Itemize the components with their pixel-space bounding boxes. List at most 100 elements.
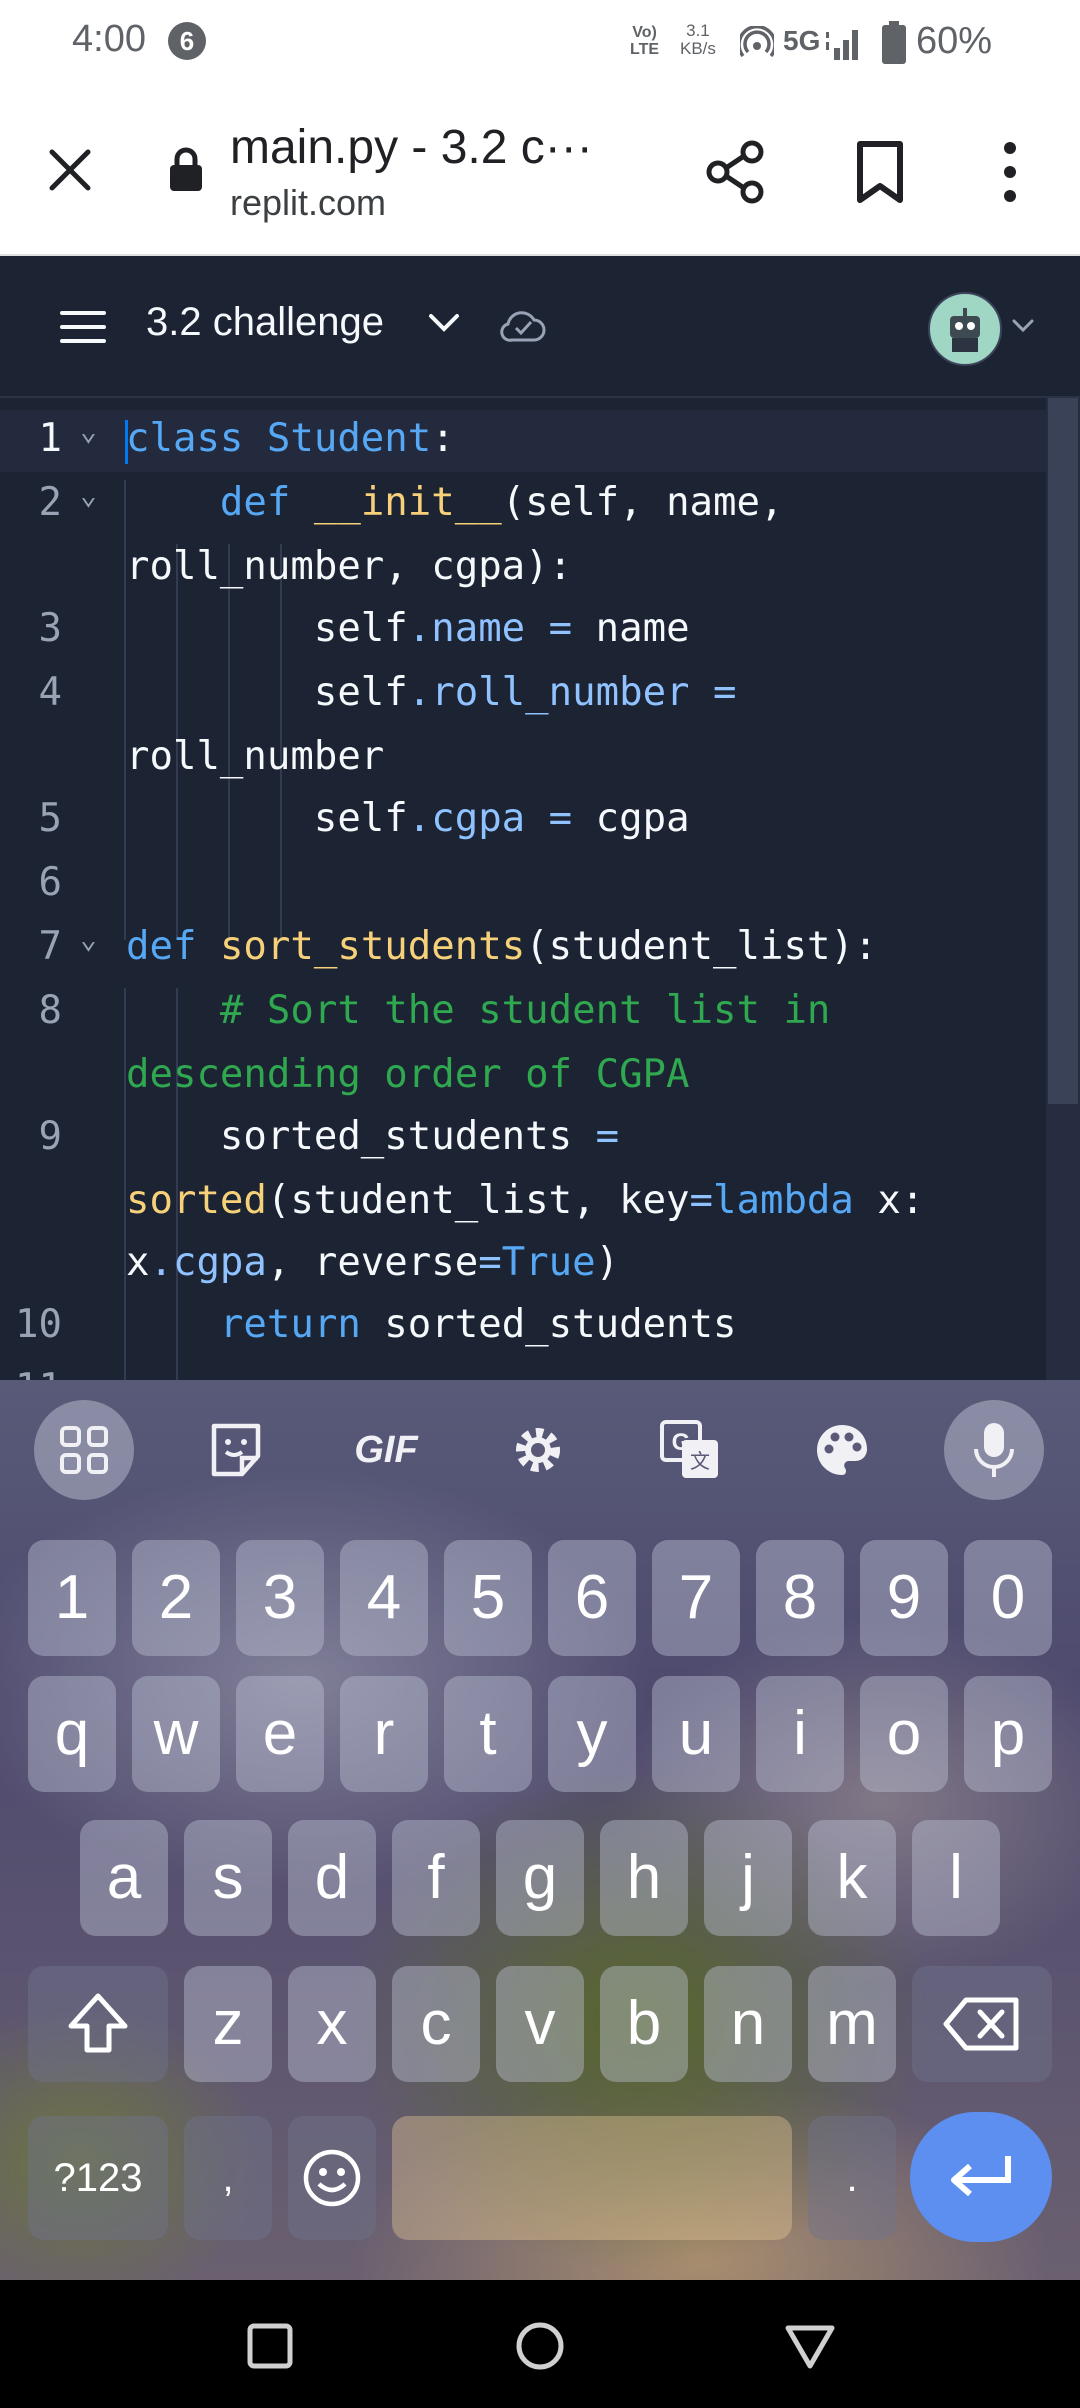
gif-label: GIF <box>354 1428 418 1471</box>
project-name[interactable]: 3.2 challenge <box>146 300 384 345</box>
key-j[interactable]: j <box>704 1820 792 1936</box>
palette-icon[interactable] <box>792 1400 892 1500</box>
key-k[interactable]: k <box>808 1820 896 1936</box>
key-6[interactable]: 6 <box>548 1540 636 1656</box>
share-icon[interactable] <box>706 140 766 204</box>
code-line-9-wrap-2: x.cgpa, reverse=True) <box>126 1240 620 1285</box>
fold-chevron-icon[interactable]: ⌄ <box>80 414 97 447</box>
recents-square-icon[interactable] <box>246 2322 294 2370</box>
robot-avatar-icon <box>950 308 980 352</box>
line-number: 7 <box>38 924 62 969</box>
translate-icon[interactable]: G文 <box>640 1400 740 1500</box>
battery-percent: 60% <box>916 20 993 62</box>
status-bar: 4:00 6 Vo) LTE 3.1 KB/s 5G 60% <box>0 0 1080 88</box>
key-o[interactable]: o <box>860 1676 948 1792</box>
key-4[interactable]: 4 <box>340 1540 428 1656</box>
key-x[interactable]: x <box>288 1966 376 2082</box>
editor-scrollbar-thumb[interactable] <box>1048 398 1078 1104</box>
key-7[interactable]: 7 <box>652 1540 740 1656</box>
code-line-7: def sort_students(student_list): <box>126 924 878 969</box>
line-number: 3 <box>38 606 62 651</box>
key-l[interactable]: l <box>912 1820 1000 1936</box>
key-s[interactable]: s <box>184 1820 272 1936</box>
key-h[interactable]: h <box>600 1820 688 1936</box>
key-i[interactable]: i <box>756 1676 844 1792</box>
key-b[interactable]: b <box>600 1966 688 2082</box>
fold-chevron-icon[interactable]: ⌄ <box>80 478 97 511</box>
comma-key[interactable]: , <box>184 2116 272 2240</box>
hamburger-icon[interactable] <box>60 310 106 344</box>
emoji-icon <box>303 2149 361 2207</box>
key-1[interactable]: 1 <box>28 1540 116 1656</box>
back-triangle-icon[interactable] <box>784 2320 836 2372</box>
key-f[interactable]: f <box>392 1820 480 1936</box>
page-domain: replit.com <box>230 182 387 223</box>
key-g[interactable]: g <box>496 1820 584 1936</box>
key-2[interactable]: 2 <box>132 1540 220 1656</box>
text-cursor <box>125 420 128 464</box>
key-d[interactable]: d <box>288 1820 376 1936</box>
sticker-icon[interactable] <box>186 1400 286 1500</box>
key-n[interactable]: n <box>704 1966 792 2082</box>
gif-button[interactable]: GIF <box>336 1400 436 1500</box>
lock-icon <box>170 147 202 191</box>
browser-toolbar: main.py - 3.2 c··· replit.com <box>0 88 1080 256</box>
key-t[interactable]: t <box>444 1676 532 1792</box>
hotspot-icon <box>740 26 774 58</box>
key-0[interactable]: 0 <box>964 1540 1052 1656</box>
key-m[interactable]: m <box>808 1966 896 2082</box>
system-nav-bar <box>0 2280 1080 2408</box>
key-p[interactable]: p <box>964 1676 1052 1792</box>
key-w[interactable]: w <box>132 1676 220 1792</box>
key-z[interactable]: z <box>184 1966 272 2082</box>
period-key[interactable]: . <box>808 2116 896 2240</box>
network-type: 5G <box>783 25 821 56</box>
key-y[interactable]: y <box>548 1676 636 1792</box>
code-line-4-wrap: roll_number <box>126 734 385 779</box>
line-number: 1 <box>38 416 62 461</box>
symbols-key[interactable]: ?123 <box>28 2116 168 2240</box>
code-editor[interactable]: 1 2 3 4 5 6 7 8 9 10 11 ⌄ ⌄ ⌄ class Stud… <box>0 398 1080 1380</box>
key-9[interactable]: 9 <box>860 1540 948 1656</box>
home-circle-icon[interactable] <box>514 2320 566 2372</box>
code-line-9: sorted_students = <box>219 1114 620 1159</box>
backspace-icon <box>943 1997 1019 2051</box>
key-c[interactable]: c <box>392 1966 480 2082</box>
backspace-key[interactable] <box>912 1966 1052 2082</box>
more-vert-icon[interactable] <box>996 140 1024 204</box>
on-screen-keyboard: GIF G文 1 2 3 4 5 6 7 8 9 0 q w e r t y u… <box>0 1380 1080 2280</box>
chevron-down-icon[interactable] <box>428 312 460 334</box>
volte-indicator: Vo) LTE <box>630 24 660 58</box>
key-3[interactable]: 3 <box>236 1540 324 1656</box>
settings-icon[interactable] <box>488 1400 588 1500</box>
key-v[interactable]: v <box>496 1966 584 2082</box>
key-r[interactable]: r <box>340 1676 428 1792</box>
line-number: 4 <box>38 670 62 715</box>
replit-header: 3.2 challenge <box>0 256 1080 399</box>
key-5[interactable]: 5 <box>444 1540 532 1656</box>
bookmark-icon[interactable] <box>856 140 904 204</box>
fold-chevron-icon[interactable]: ⌄ <box>80 922 97 955</box>
key-8[interactable]: 8 <box>756 1540 844 1656</box>
line-number: 6 <box>38 860 62 905</box>
network-speed-value: 3.1 <box>686 21 710 40</box>
shift-key[interactable] <box>28 1966 168 2082</box>
apps-icon[interactable] <box>34 1400 134 1500</box>
key-q[interactable]: q <box>28 1676 116 1792</box>
key-a[interactable]: a <box>80 1820 168 1936</box>
key-e[interactable]: e <box>236 1676 324 1792</box>
mic-icon[interactable] <box>944 1400 1044 1500</box>
network-speed-unit: KB/s <box>680 39 716 58</box>
cloud-check-icon <box>500 311 546 342</box>
avatar[interactable] <box>928 292 1002 366</box>
code-line-4: self.roll_number = <box>313 670 737 715</box>
svg-text:G: G <box>672 1429 691 1456</box>
spacebar[interactable] <box>392 2116 792 2240</box>
enter-key[interactable] <box>910 2112 1052 2242</box>
key-u[interactable]: u <box>652 1676 740 1792</box>
emoji-key[interactable] <box>288 2116 376 2240</box>
code-line-10: return sorted_students <box>219 1302 737 1347</box>
chevron-down-icon[interactable] <box>1012 318 1034 334</box>
close-icon[interactable] <box>46 146 94 194</box>
code-line-1: class Student: <box>126 416 455 461</box>
